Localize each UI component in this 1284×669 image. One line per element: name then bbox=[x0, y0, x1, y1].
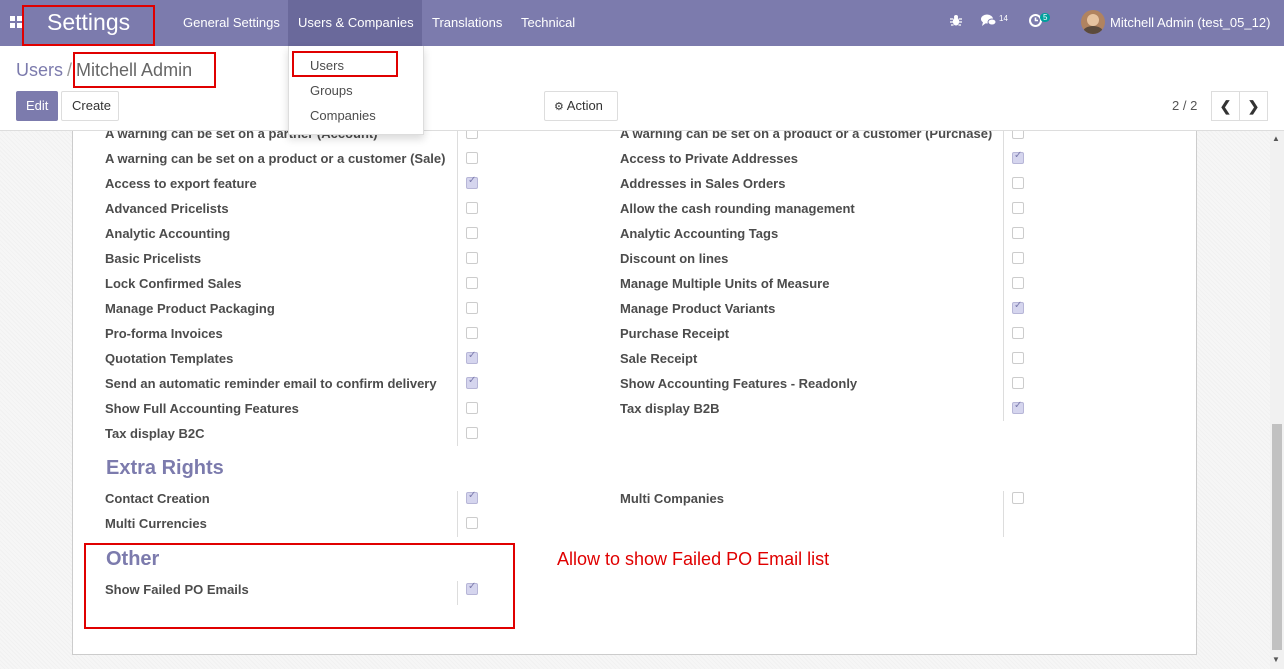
top-navbar: Settings General Settings Users & Compan… bbox=[0, 0, 1284, 46]
extra-right-label: Multi Companies bbox=[620, 491, 725, 506]
right-label: Manage Product Packaging bbox=[105, 301, 275, 316]
right-label: Access to export feature bbox=[105, 176, 257, 191]
annotation-box-settings bbox=[22, 5, 155, 46]
right-checkbox[interactable] bbox=[1012, 177, 1024, 189]
dropdown-item-groups[interactable]: Groups bbox=[310, 83, 353, 98]
extra-separator-left bbox=[457, 491, 458, 537]
right-checkbox[interactable] bbox=[1012, 327, 1024, 339]
chat-icon[interactable] bbox=[981, 14, 997, 30]
right-checkbox[interactable] bbox=[466, 202, 478, 214]
extra-right-label: Contact Creation bbox=[105, 491, 210, 506]
right-checkbox[interactable] bbox=[466, 402, 478, 414]
right-label: Allow the cash rounding management bbox=[620, 201, 855, 216]
menu-general-settings[interactable]: General Settings bbox=[183, 15, 280, 30]
right-label: Show Accounting Features - Readonly bbox=[620, 376, 858, 391]
right-checkbox[interactable] bbox=[466, 131, 478, 139]
right-checkbox[interactable] bbox=[1012, 131, 1024, 139]
right-checkbox[interactable] bbox=[1012, 400, 1024, 414]
right-label: Show Full Accounting Features bbox=[105, 401, 299, 416]
right-checkbox[interactable] bbox=[466, 152, 478, 164]
extra-right-checkbox[interactable] bbox=[1012, 492, 1024, 504]
chat-count-badge: 14 bbox=[999, 14, 1008, 23]
extra-separator-right bbox=[1003, 491, 1004, 537]
gear-icon: ⚙ bbox=[554, 100, 564, 113]
right-checkbox[interactable] bbox=[466, 427, 478, 439]
right-checkbox[interactable] bbox=[466, 252, 478, 264]
right-label: Advanced Pricelists bbox=[105, 201, 229, 216]
right-checkbox[interactable] bbox=[1012, 300, 1024, 314]
right-checkbox[interactable] bbox=[466, 350, 478, 364]
breadcrumb-users-link[interactable]: Users bbox=[16, 60, 63, 80]
right-checkbox[interactable] bbox=[466, 327, 478, 339]
annotation-box-users-item bbox=[292, 51, 398, 77]
right-label: Tax display B2C bbox=[105, 426, 205, 441]
extra-right-label: Multi Currencies bbox=[105, 516, 207, 531]
right-label: Lock Confirmed Sales bbox=[105, 276, 242, 291]
right-checkbox[interactable] bbox=[466, 375, 478, 389]
dropdown-item-companies[interactable]: Companies bbox=[310, 108, 376, 123]
scroll-down-arrow-icon[interactable]: ▼ bbox=[1272, 655, 1280, 664]
menu-translations[interactable]: Translations bbox=[432, 15, 502, 30]
right-checkbox[interactable] bbox=[1012, 202, 1024, 214]
debug-bug-icon[interactable] bbox=[950, 14, 962, 30]
right-label: Analytic Accounting Tags bbox=[620, 226, 779, 241]
action-label: Action bbox=[566, 98, 603, 113]
right-label: Addresses in Sales Orders bbox=[620, 176, 786, 191]
right-label: Purchase Receipt bbox=[620, 326, 730, 341]
right-label: Pro-forma Invoices bbox=[105, 326, 223, 341]
right-checkbox[interactable] bbox=[466, 227, 478, 239]
right-checkbox[interactable] bbox=[1012, 277, 1024, 289]
extra-right-checkbox[interactable] bbox=[466, 517, 478, 529]
annotation-box-other-section bbox=[84, 543, 515, 629]
annotation-text: Allow to show Failed PO Email list bbox=[557, 549, 830, 569]
menu-technical[interactable]: Technical bbox=[521, 15, 575, 30]
right-label: Quotation Templates bbox=[105, 351, 234, 366]
column-separator-left bbox=[457, 131, 458, 446]
chevron-left-icon: ❮ bbox=[1219, 98, 1232, 114]
extra-rights-title: Extra Rights bbox=[106, 457, 224, 479]
right-label: A warning can be set on a product or a c… bbox=[620, 131, 993, 141]
pager-value[interactable]: 2 / 2 bbox=[1172, 98, 1197, 113]
right-label: Discount on lines bbox=[620, 251, 729, 266]
right-checkbox[interactable] bbox=[1012, 150, 1024, 164]
right-label: Basic Pricelists bbox=[105, 251, 202, 266]
right-checkbox[interactable] bbox=[1012, 252, 1024, 264]
right-label: Analytic Accounting bbox=[105, 226, 231, 241]
right-label: A warning can be set on a product or a c… bbox=[105, 151, 446, 166]
right-checkbox[interactable] bbox=[1012, 352, 1024, 364]
extra-right-checkbox[interactable] bbox=[466, 490, 478, 504]
right-label: Tax display B2B bbox=[620, 401, 720, 416]
right-checkbox[interactable] bbox=[466, 302, 478, 314]
user-menu[interactable]: Mitchell Admin (test_05_12) bbox=[1110, 15, 1270, 30]
right-label: Manage Product Variants bbox=[620, 301, 776, 316]
right-label: Sale Receipt bbox=[620, 351, 698, 366]
right-checkbox[interactable] bbox=[1012, 377, 1024, 389]
right-label: Access to Private Addresses bbox=[620, 151, 799, 166]
apps-menu-icon[interactable] bbox=[10, 16, 22, 28]
annotation-box-breadcrumb bbox=[73, 52, 216, 88]
right-label: Send an automatic reminder email to conf… bbox=[105, 376, 437, 391]
edit-button[interactable]: Edit bbox=[16, 91, 58, 121]
pager-next-button[interactable]: ❯ bbox=[1239, 91, 1268, 121]
activity-count-badge: 5 bbox=[1040, 13, 1051, 22]
right-checkbox[interactable] bbox=[1012, 227, 1024, 239]
right-label: Manage Multiple Units of Measure bbox=[620, 276, 830, 291]
breadcrumb-separator: / bbox=[67, 60, 73, 80]
action-button[interactable]: ⚙ Action bbox=[544, 91, 618, 121]
scrollbar-thumb[interactable] bbox=[1272, 424, 1282, 650]
chevron-right-icon: ❯ bbox=[1247, 98, 1260, 114]
scroll-up-arrow-icon[interactable]: ▲ bbox=[1272, 134, 1280, 143]
menu-users-companies[interactable]: Users & Companies bbox=[298, 15, 414, 30]
pager-previous-button[interactable]: ❮ bbox=[1211, 91, 1240, 121]
user-avatar[interactable] bbox=[1081, 10, 1105, 34]
create-button[interactable]: Create bbox=[61, 91, 119, 121]
right-checkbox[interactable] bbox=[466, 277, 478, 289]
column-separator-right bbox=[1003, 131, 1004, 421]
right-checkbox[interactable] bbox=[466, 175, 478, 189]
